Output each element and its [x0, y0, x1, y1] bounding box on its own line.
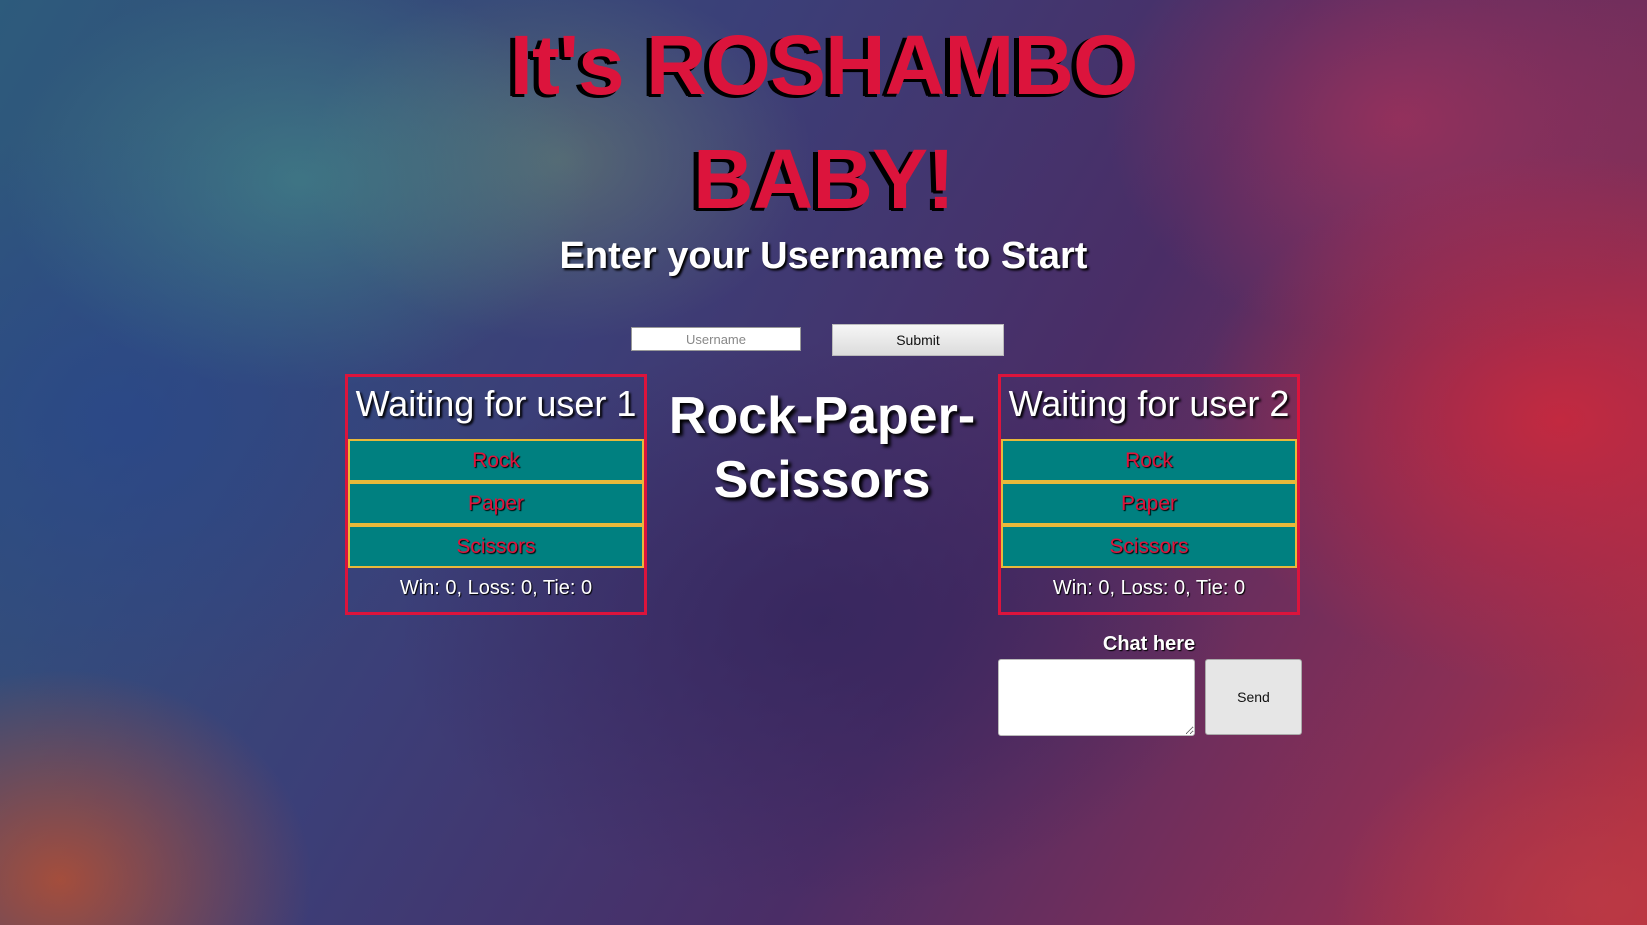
start-instructions: Enter your Username to Start — [559, 235, 1088, 277]
player-2-rock-button[interactable]: Rock — [1001, 439, 1297, 482]
player-1-panel: Waiting for user 1 Rock Paper Scissors W… — [345, 374, 647, 615]
player-2-score: Win: 0, Loss: 0, Tie: 0 — [1052, 577, 1246, 599]
player-2-scissors-button[interactable]: Scissors — [1001, 525, 1297, 568]
player-1-status: Waiting for user 1 — [355, 383, 637, 424]
player-1-paper-button[interactable]: Paper — [348, 482, 644, 525]
chat-label: Chat here — [1102, 633, 1196, 655]
page-title-line-2: BABY! — [693, 132, 955, 226]
player-2-status: Waiting for user 2 — [1008, 383, 1290, 424]
player-2-paper-button[interactable]: Paper — [1001, 482, 1297, 525]
game-title: Rock-Paper-Scissors — [668, 387, 976, 509]
submit-button[interactable]: Submit — [832, 324, 1004, 356]
username-input[interactable] — [631, 327, 801, 351]
chat-message-input[interactable] — [998, 659, 1195, 736]
player-1-score: Win: 0, Loss: 0, Tie: 0 — [399, 577, 593, 599]
player-1-rock-button[interactable]: Rock — [348, 439, 644, 482]
player-1-scissors-button[interactable]: Scissors — [348, 525, 644, 568]
send-button[interactable]: Send — [1205, 659, 1302, 735]
page-title-line-1: It's ROSHAMBO — [509, 18, 1139, 112]
player-2-panel: Waiting for user 2 Rock Paper Scissors W… — [998, 374, 1300, 615]
